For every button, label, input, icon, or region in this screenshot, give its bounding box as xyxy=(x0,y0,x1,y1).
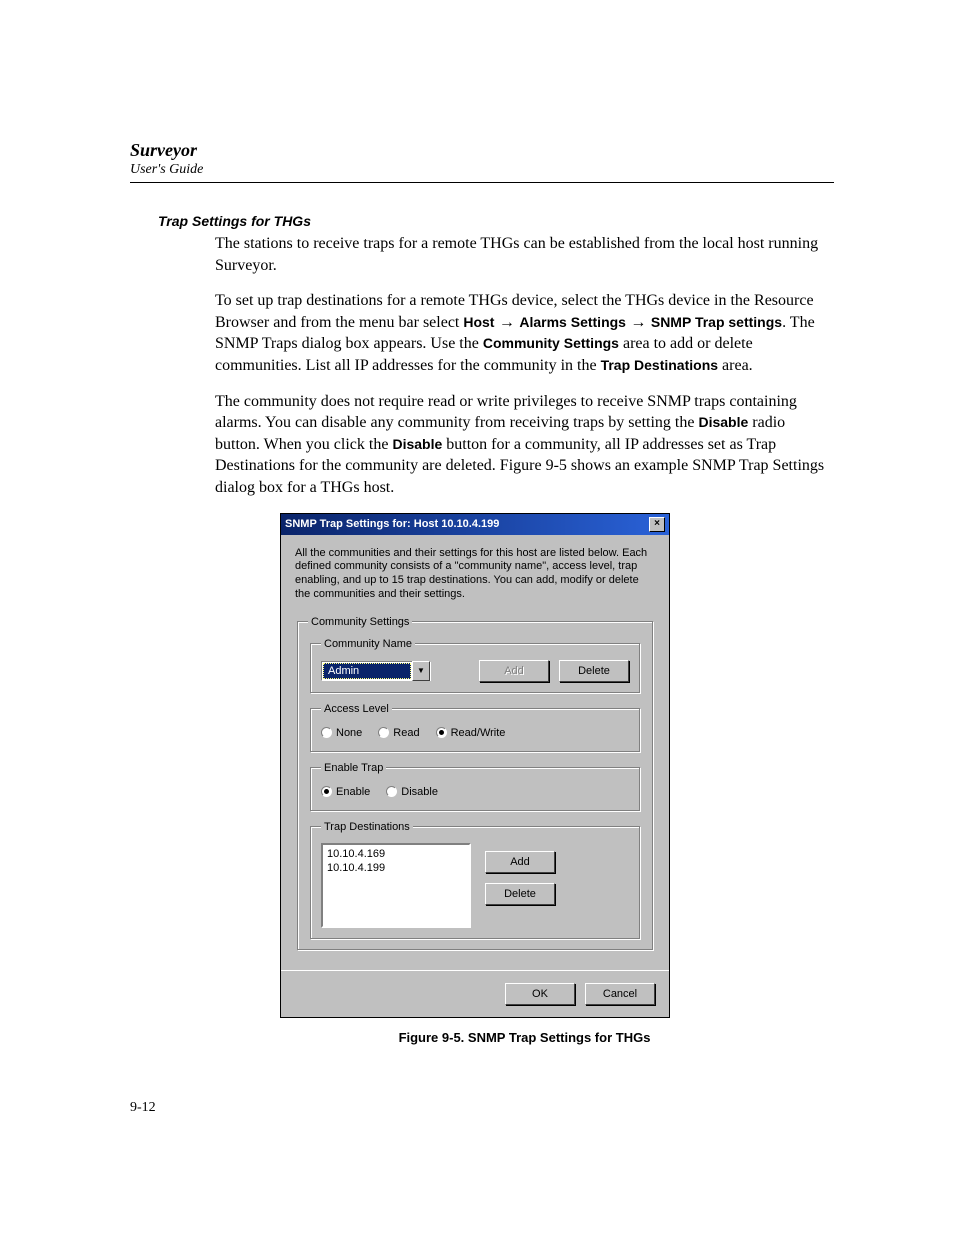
trap-enable-radio[interactable]: Enable xyxy=(321,786,370,798)
access-none-label: None xyxy=(336,727,362,739)
dialog-body: All the communities and their settings f… xyxy=(281,535,669,970)
label-disable-1: Disable xyxy=(698,414,748,430)
dialog-titlebar: SNMP Trap Settings for: Host 10.10.4.199… xyxy=(281,514,669,535)
header-rule xyxy=(130,182,834,183)
access-readwrite-label: Read/Write xyxy=(451,727,506,739)
arrow-2: → xyxy=(626,314,651,331)
arrow-1: → xyxy=(494,314,519,331)
trap-enable-label: Enable xyxy=(336,786,370,798)
radio-icon xyxy=(321,727,332,738)
trap-destinations-listbox[interactable]: 10.10.4.169 10.10.4.199 xyxy=(321,843,471,928)
paragraph-3: The community does not require read or w… xyxy=(215,391,834,499)
community-name-legend: Community Name xyxy=(321,638,415,650)
chevron-down-icon[interactable]: ▼ xyxy=(412,661,430,681)
access-read-radio[interactable]: Read xyxy=(378,727,419,739)
community-settings-group: Community Settings Community Name Admin … xyxy=(297,616,653,950)
dialog-title-text: SNMP Trap Settings for: Host 10.10.4.199 xyxy=(285,518,499,530)
community-name-combo[interactable]: Admin ▼ xyxy=(321,661,431,681)
figure-9-5: SNMP Trap Settings for: Host 10.10.4.199… xyxy=(280,513,834,1018)
access-readwrite-radio[interactable]: Read/Write xyxy=(436,727,506,739)
community-name-group: Community Name Admin ▼ Add Delete xyxy=(310,638,640,693)
radio-icon xyxy=(378,727,389,738)
community-delete-button[interactable]: Delete xyxy=(559,660,629,682)
trap-disable-radio[interactable]: Disable xyxy=(386,786,438,798)
ok-button[interactable]: OK xyxy=(505,983,575,1005)
menu-alarms-settings: Alarms Settings xyxy=(519,314,626,330)
label-trap-destinations: Trap Destinations xyxy=(601,357,718,373)
label-community-settings: Community Settings xyxy=(483,335,619,351)
doc-title: Surveyor xyxy=(130,140,834,161)
list-item[interactable]: 10.10.4.199 xyxy=(327,861,465,875)
trap-destinations-legend: Trap Destinations xyxy=(321,821,413,833)
trap-disable-label: Disable xyxy=(401,786,438,798)
label-disable-2: Disable xyxy=(392,436,442,452)
access-level-legend: Access Level xyxy=(321,703,392,715)
enable-trap-legend: Enable Trap xyxy=(321,762,386,774)
paragraph-1: The stations to receive traps for a remo… xyxy=(215,233,834,276)
radio-icon xyxy=(321,786,332,797)
dialog-footer: OK Cancel xyxy=(281,970,669,1017)
access-none-radio[interactable]: None xyxy=(321,727,362,739)
p2-text-d: area. xyxy=(718,357,753,374)
page-number: 9-12 xyxy=(130,1100,834,1116)
enable-trap-group: Enable Trap Enable Disable xyxy=(310,762,640,811)
list-item[interactable]: 10.10.4.169 xyxy=(327,847,465,861)
community-add-button[interactable]: Add xyxy=(479,660,549,682)
menu-snmp-trap-settings: SNMP Trap settings xyxy=(651,314,782,330)
paragraph-2: To set up trap destinations for a remote… xyxy=(215,290,834,376)
destination-add-button[interactable]: Add xyxy=(485,851,555,873)
community-name-value: Admin xyxy=(323,663,411,679)
menu-host: Host xyxy=(463,314,494,330)
section-heading: Trap Settings for THGs xyxy=(158,213,834,229)
radio-icon xyxy=(436,727,447,738)
doc-subtitle: User's Guide xyxy=(130,162,834,178)
radio-icon xyxy=(386,786,397,797)
access-level-group: Access Level None Read xyxy=(310,703,640,752)
trap-destinations-group: Trap Destinations 10.10.4.169 10.10.4.19… xyxy=(310,821,640,939)
community-settings-legend: Community Settings xyxy=(308,616,412,628)
snmp-trap-settings-dialog: SNMP Trap Settings for: Host 10.10.4.199… xyxy=(280,513,670,1018)
page-body: Surveyor User's Guide Trap Settings for … xyxy=(0,0,954,1176)
access-read-label: Read xyxy=(393,727,419,739)
destination-delete-button[interactable]: Delete xyxy=(485,883,555,905)
close-button[interactable]: × xyxy=(649,517,665,532)
cancel-button[interactable]: Cancel xyxy=(585,983,655,1005)
dialog-description: All the communities and their settings f… xyxy=(295,547,655,602)
figure-caption: Figure 9-5. SNMP Trap Settings for THGs xyxy=(215,1030,834,1045)
